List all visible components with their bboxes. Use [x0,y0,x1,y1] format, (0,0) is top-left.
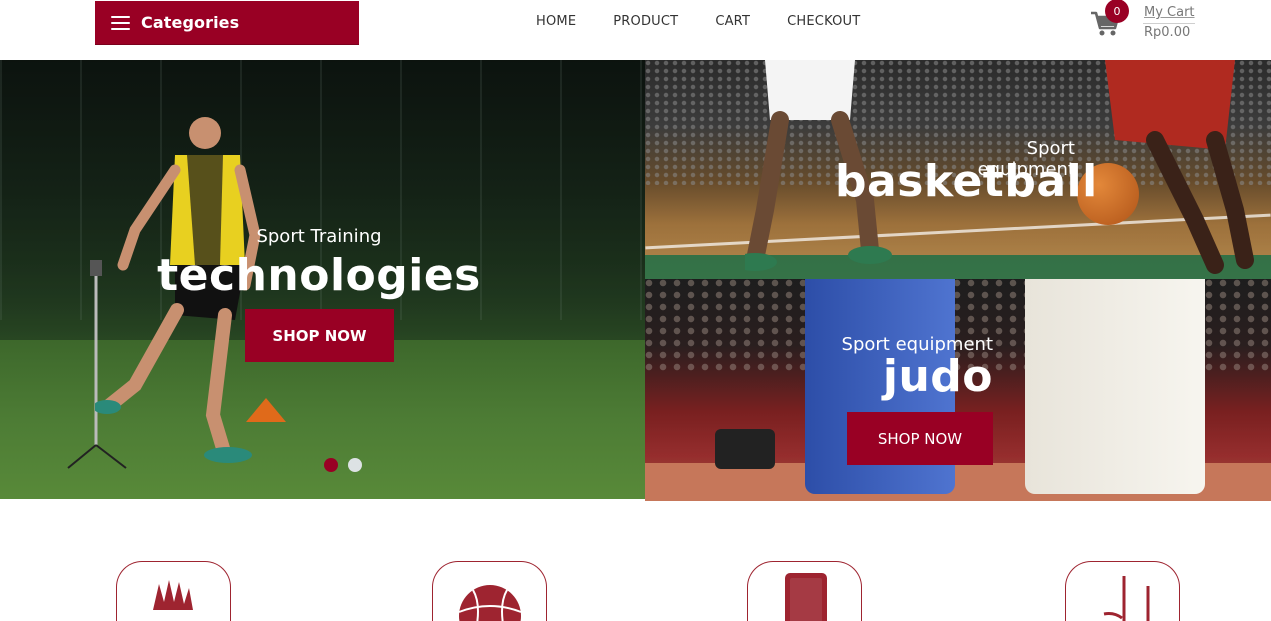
photographer-camera-image [715,429,775,469]
hero-main-title: technologies [157,250,481,301]
basketball-banner-title: basketball [835,156,1098,207]
categories-button[interactable]: Categories [95,1,359,45]
hero-main-subtitle: Sport Training [256,226,382,247]
hockey-stick-icon [1103,576,1150,621]
mini-cart[interactable]: 0 My Cart Rp0.00 [1090,0,1210,48]
hero-main-banner[interactable]: Sport Training technologies SHOP NOW [0,60,645,499]
cart-divider [1143,23,1195,24]
category-badminton[interactable] [116,561,231,621]
judo-banner-title: judo [882,351,993,402]
main-nav: HOME PRODUCT CART CHECKOUT [520,14,897,30]
slider-dot-1[interactable] [324,458,338,472]
judo-shop-now-button[interactable]: SHOP NOW [847,412,993,465]
shuttlecock-icon [153,580,193,610]
nav-home-link[interactable]: HOME [536,14,576,30]
site-header: Categories HOME PRODUCT CART CHECKOUT 0 … [0,0,1271,60]
category-basketball[interactable] [432,561,547,621]
category-hockey[interactable] [1065,561,1180,621]
basketball-banner[interactable]: Sport equipment basketball [645,60,1271,279]
my-cart-link[interactable]: My Cart [1144,5,1195,20]
judoka-white-image [1025,279,1205,494]
slider-dot-2[interactable] [348,458,362,472]
training-cone-image [246,398,286,422]
cart-total: Rp0.00 [1144,25,1191,40]
nav-checkout-link[interactable]: CHECKOUT [787,14,860,30]
hero-main-shop-now-button[interactable]: SHOP NOW [245,309,394,362]
nav-cart-link[interactable]: CART [715,14,750,30]
cart-count-badge: 0 [1105,0,1129,23]
hamburger-menu-icon [111,15,130,30]
nav-product-link[interactable]: PRODUCT [613,14,678,30]
categories-label: Categories [141,13,240,32]
category-equipment[interactable] [747,561,862,621]
phone-icon [785,573,827,621]
judo-banner[interactable]: Sport equipment judo SHOP NOW [645,279,1271,501]
basketball-icon [458,585,522,621]
slider-dots [324,458,362,472]
